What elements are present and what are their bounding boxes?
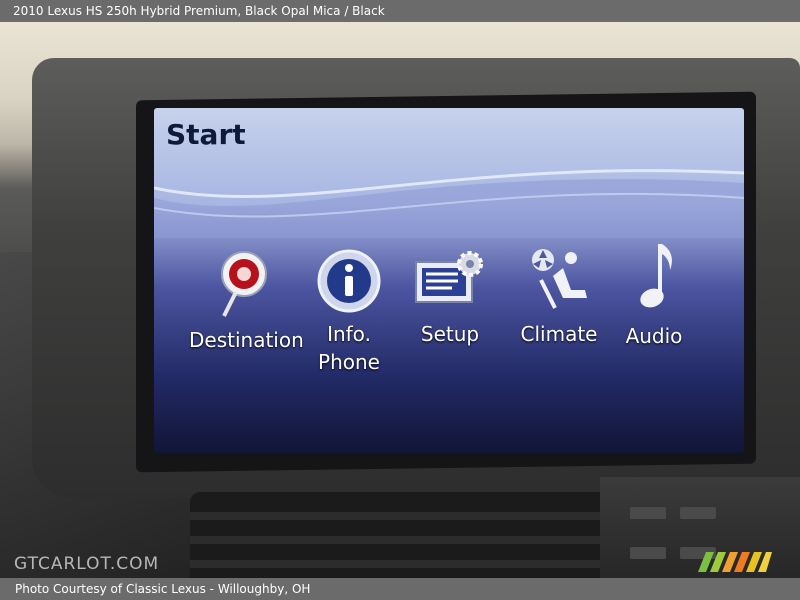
caption-text: 2010 Lexus HS 250h Hybrid Premium, Black…: [13, 4, 385, 18]
panel-button: [630, 547, 666, 559]
screen-title: Start: [166, 118, 246, 151]
screen-wave-decoration: [154, 169, 744, 238]
infotainment-screen: Start Destination Info. Phone Setup Clim…: [154, 108, 744, 453]
destination-pin-icon: [221, 251, 267, 317]
menu-item-setup[interactable]: Setup: [404, 250, 496, 348]
menu-item-climate[interactable]: Climate: [514, 246, 604, 348]
dashboard-photo: Start Destination Info. Phone Setup Clim…: [0, 22, 800, 578]
menu-item-label: Audio: [625, 324, 683, 348]
menu-item-label: Destination: [189, 328, 304, 352]
caption-bar: 2010 Lexus HS 250h Hybrid Premium, Black…: [0, 0, 800, 22]
menu-item-label: Info. Phone: [318, 322, 380, 374]
info-icon: [317, 249, 381, 313]
menu-item-label: Climate: [520, 322, 598, 346]
music-note-icon: [640, 244, 672, 308]
air-vent: [190, 492, 610, 578]
panel-button: [630, 507, 666, 519]
menu-item-label: Setup: [420, 322, 480, 346]
menu-item-info-phone[interactable]: Info. Phone: [304, 248, 394, 376]
setup-gear-icon: [415, 251, 483, 303]
menu-item-audio[interactable]: Audio: [614, 240, 694, 350]
menu-item-destination[interactable]: Destination: [189, 248, 304, 354]
watermark: GTCARLOT.COM: [14, 554, 160, 574]
panel-button: [680, 507, 716, 519]
credit-text: Photo Courtesy of Classic Lexus - Willou…: [15, 582, 311, 596]
stripes-logo-icon: [698, 552, 772, 572]
credit-bar: Photo Courtesy of Classic Lexus - Willou…: [0, 578, 800, 600]
climate-seat-fan-icon: [532, 249, 587, 309]
